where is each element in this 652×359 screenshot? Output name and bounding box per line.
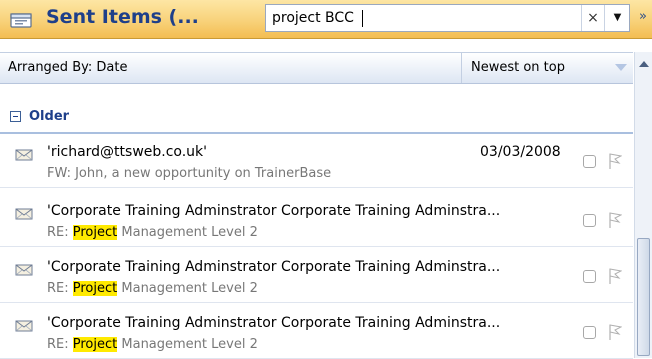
flag-icon[interactable] bbox=[608, 267, 622, 285]
arranged-by-label[interactable]: Arranged By: Date bbox=[8, 60, 127, 75]
message-sender: 'richard@ttsweb.co.uk' bbox=[47, 144, 208, 160]
sort-order-label: Newest on top bbox=[471, 60, 565, 75]
search-options-dropdown[interactable]: ▼ bbox=[604, 5, 630, 31]
subject-rest: Management Level 2 bbox=[117, 281, 258, 296]
message-subject: RE: Project Management Level 2 bbox=[47, 337, 258, 352]
message-sender: 'Corporate Training Adminstrator Corpora… bbox=[47, 203, 501, 219]
subject-prefix: RE: bbox=[47, 281, 73, 296]
search-highlight: Project bbox=[72, 225, 118, 240]
subject-prefix: RE: bbox=[47, 225, 73, 240]
folder-header: Sent Items (... × ▼ » bbox=[0, 0, 652, 39]
message-row[interactable]: 'Corporate Training Adminstrator Corpora… bbox=[0, 255, 633, 303]
vertical-scrollbar[interactable] bbox=[634, 52, 652, 358]
folder-icon bbox=[10, 13, 32, 28]
category-checkbox[interactable] bbox=[583, 326, 596, 339]
search-highlight: Project bbox=[72, 281, 118, 296]
message-row[interactable]: 'Corporate Training Adminstrator Corpora… bbox=[0, 311, 633, 359]
sort-arrow-icon bbox=[615, 64, 627, 71]
subject-rest: Management Level 2 bbox=[117, 337, 258, 352]
text-caret bbox=[362, 10, 363, 27]
expand-chevron-icon[interactable]: » bbox=[636, 6, 650, 28]
group-label: Older bbox=[29, 109, 70, 124]
envelope-icon bbox=[15, 264, 33, 276]
flag-icon[interactable] bbox=[608, 323, 622, 341]
message-row[interactable]: 'Corporate Training Adminstrator Corpora… bbox=[0, 199, 633, 247]
envelope-icon bbox=[15, 320, 33, 332]
flag-icon[interactable] bbox=[608, 152, 622, 170]
message-sender: 'Corporate Training Adminstrator Corpora… bbox=[47, 259, 501, 275]
message-sender: 'Corporate Training Adminstrator Corpora… bbox=[47, 315, 501, 331]
category-checkbox[interactable] bbox=[583, 270, 596, 283]
search-highlight: Project bbox=[72, 337, 118, 352]
message-subject: FW: John, a new opportunity on TrainerBa… bbox=[47, 166, 332, 181]
search-input[interactable] bbox=[272, 7, 572, 29]
message-date: 03/03/2008 bbox=[480, 144, 561, 160]
envelope-icon bbox=[15, 149, 33, 161]
scroll-thumb[interactable] bbox=[637, 238, 650, 356]
group-header-older[interactable]: Older bbox=[0, 104, 633, 134]
folder-title: Sent Items (... bbox=[46, 6, 199, 28]
search-box[interactable]: × ▼ bbox=[265, 4, 630, 32]
scroll-up-arrow-icon[interactable] bbox=[639, 61, 649, 67]
subject-prefix: RE: bbox=[47, 337, 73, 352]
category-checkbox[interactable] bbox=[583, 155, 596, 168]
category-checkbox[interactable] bbox=[583, 214, 596, 227]
subject-rest: Management Level 2 bbox=[117, 225, 258, 240]
clear-search-button[interactable]: × bbox=[581, 5, 604, 31]
arrange-bar: Arranged By: Date Newest on top bbox=[0, 52, 633, 84]
message-row[interactable]: 'richard@ttsweb.co.uk' 03/03/2008 FW: Jo… bbox=[0, 140, 633, 188]
sort-order-button[interactable]: Newest on top bbox=[461, 53, 633, 83]
message-subject: RE: Project Management Level 2 bbox=[47, 281, 258, 296]
flag-icon[interactable] bbox=[608, 211, 622, 229]
message-subject: RE: Project Management Level 2 bbox=[47, 225, 258, 240]
collapse-icon[interactable] bbox=[10, 111, 21, 122]
envelope-icon bbox=[15, 208, 33, 220]
